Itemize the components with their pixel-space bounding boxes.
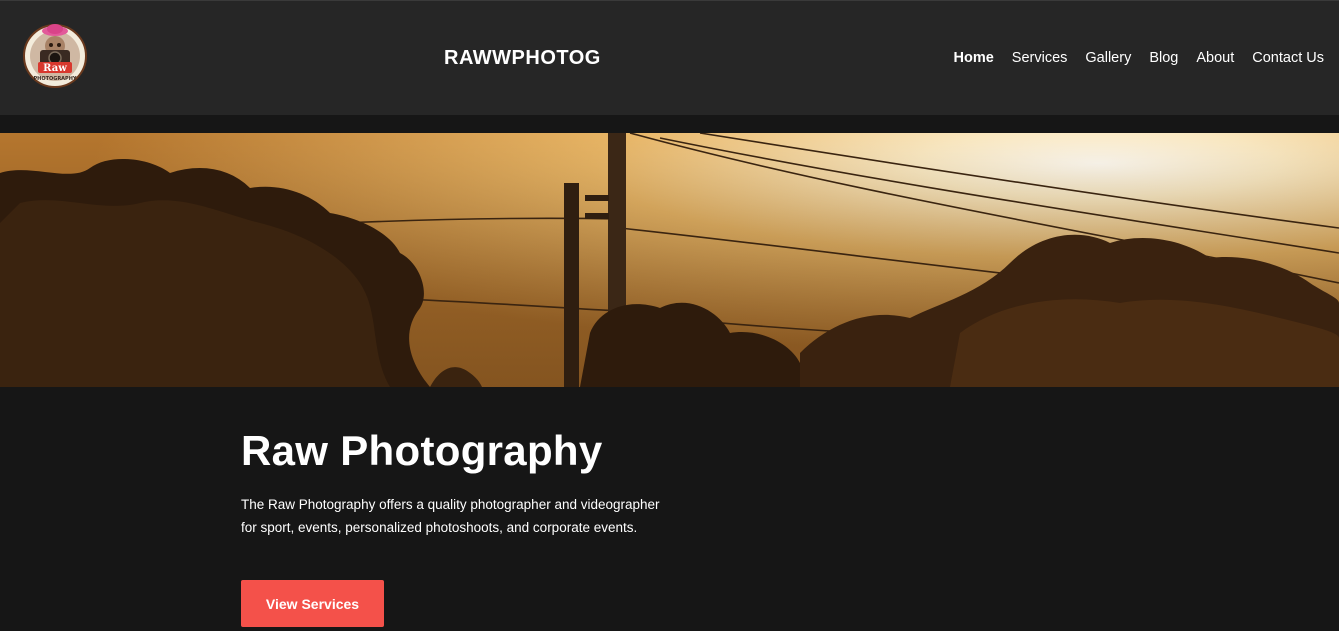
nav-home-link[interactable]: Home — [953, 50, 993, 66]
page-title: Raw Photography — [241, 427, 603, 474]
site-header: Raw PHOTOGRAPHY RAWWPHOTOG Home Services… — [0, 0, 1339, 115]
logo-banner-text: Raw — [43, 63, 67, 74]
site-brand[interactable]: RAWWPHOTOG — [444, 47, 601, 70]
main-nav: Home Services Gallery Blog About Contact… — [953, 50, 1324, 66]
logo-ring-text: PHOTOGRAPHY — [33, 76, 76, 82]
nav-gallery-link[interactable]: Gallery — [1085, 50, 1131, 66]
raw-photography-logo[interactable]: Raw PHOTOGRAPHY — [23, 22, 87, 89]
header-divider — [0, 115, 1339, 133]
nav-blog-link[interactable]: Blog — [1149, 50, 1178, 66]
nav-services-link[interactable]: Services — [1012, 50, 1068, 66]
view-services-button[interactable]: View Services — [241, 580, 384, 627]
intro-description: The Raw Photography offers a quality pho… — [241, 497, 660, 535]
hero-image — [0, 133, 1339, 387]
hero-content: Raw Photography The Raw Photography offe… — [0, 387, 1339, 631]
nav-contact-link[interactable]: Contact Us — [1252, 50, 1324, 66]
nav-about-link[interactable]: About — [1196, 50, 1234, 66]
